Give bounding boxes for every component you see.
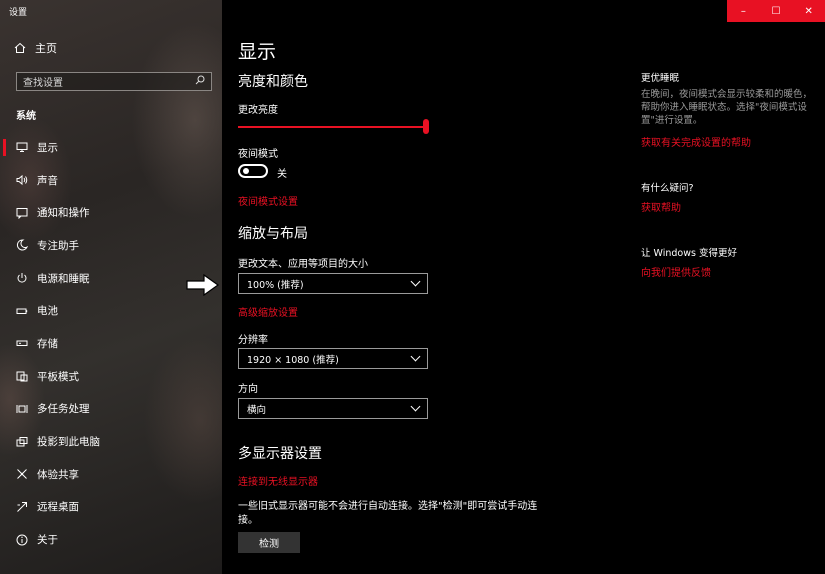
sidebar-nav: 显示 声音 通知和操作 专注助手 电源和睡眠 电池 存储 平板模式 多任务处理 …: [0, 131, 222, 556]
sidebar-item-label: 多任务处理: [37, 403, 90, 416]
brightness-label: 更改亮度: [238, 105, 278, 116]
notification-icon: [16, 207, 28, 219]
search-placeholder: 查找设置: [23, 78, 63, 89]
chevron-down-icon: [410, 401, 421, 412]
orientation-dropdown[interactable]: 横向: [238, 398, 428, 419]
sidebar-item-label: 电源和睡眠: [37, 272, 90, 285]
storage-icon: [16, 337, 28, 349]
sidebar-item-display[interactable]: 显示: [0, 131, 222, 164]
orientation-value: 横向: [247, 404, 267, 416]
sidebar-item-label: 关于: [37, 534, 58, 547]
sidebar-item-project[interactable]: 投影到此电脑: [0, 425, 222, 458]
search-icon[interactable]: [195, 75, 205, 88]
sidebar-item-remote-desktop[interactable]: 远程桌面: [0, 491, 222, 524]
setup-help-link[interactable]: 获取有关完成设置的帮助: [641, 134, 751, 149]
night-mode-toggle[interactable]: [238, 164, 268, 178]
speaker-icon: [16, 174, 28, 186]
resolution-label: 分辨率: [238, 335, 268, 346]
advanced-scaling-link[interactable]: 高级缩放设置: [238, 304, 298, 319]
sidebar-item-label: 专注助手: [37, 239, 79, 252]
resolution-dropdown[interactable]: 1920 × 1080 (推荐): [238, 348, 428, 369]
scale-value: 100% (推荐): [247, 279, 304, 291]
sidebar-item-label: 存储: [37, 337, 58, 350]
sidebar-item-label: 远程桌面: [37, 501, 79, 514]
question-heading: 有什么疑问?: [641, 183, 694, 194]
improve-windows-heading: 让 Windows 变得更好: [641, 248, 737, 259]
resolution-value: 1920 × 1080 (推荐): [247, 354, 339, 366]
size-label: 更改文本、应用等项目的大小: [238, 259, 368, 270]
battery-icon: [16, 305, 28, 317]
home-nav-item[interactable]: 主页: [14, 40, 57, 56]
sidebar-item-label: 通知和操作: [37, 207, 90, 220]
search-input[interactable]: 查找设置: [16, 72, 212, 91]
sidebar-item-label: 平板模式: [37, 370, 79, 383]
info-icon: [16, 534, 28, 546]
tablet-icon: [16, 370, 28, 382]
share-icon: [16, 468, 28, 480]
sleep-text: 在晚间，夜间模式会显示较柔和的暖色，帮助你进入睡眠状态。选择"夜间模式设置"进行…: [641, 89, 813, 126]
sleep-heading: 更优睡眠: [641, 73, 680, 84]
wireless-display-link[interactable]: 连接到无线显示器: [238, 473, 318, 488]
main-content: – ☐ ✕ 显示 亮度和颜色 更改亮度 夜间模式 关 夜间模式设置 缩放与布局 …: [186, 0, 825, 574]
page-title: 显示: [238, 41, 277, 63]
multi-display-heading: 多显示器设置: [238, 446, 322, 462]
window-title: 设置: [9, 8, 28, 18]
remote-icon: [16, 501, 28, 513]
night-mode-label: 夜间模式: [238, 149, 278, 160]
sidebar-item-label: 声音: [37, 174, 58, 187]
feedback-link[interactable]: 向我们提供反馈: [641, 264, 711, 279]
night-mode-settings-link[interactable]: 夜间模式设置: [238, 193, 298, 208]
maximize-button[interactable]: ☐: [760, 0, 793, 22]
sidebar-item-about[interactable]: 关于: [0, 523, 222, 556]
brightness-slider-track[interactable]: [238, 126, 424, 128]
home-label: 主页: [35, 42, 57, 55]
brightness-heading: 亮度和颜色: [238, 74, 308, 90]
sidebar-item-label: 投影到此电脑: [37, 436, 100, 449]
power-icon: [16, 272, 28, 284]
close-button[interactable]: ✕: [792, 0, 825, 22]
window-controls: – ☐ ✕: [727, 0, 825, 22]
multitask-icon: [16, 403, 28, 415]
scale-heading: 缩放与布局: [238, 226, 308, 242]
sidebar-item-tablet[interactable]: 平板模式: [0, 360, 222, 393]
sidebar-item-storage[interactable]: 存储: [0, 327, 222, 360]
brightness-slider-thumb[interactable]: [423, 119, 429, 134]
sidebar-item-label: 显示: [37, 141, 58, 154]
night-mode-state: 关: [277, 169, 287, 180]
chevron-down-icon: [410, 276, 421, 287]
pointer-arrow-icon: [186, 273, 220, 300]
scale-dropdown[interactable]: 100% (推荐): [238, 273, 428, 294]
sidebar-item-label: 体验共享: [37, 468, 79, 481]
chevron-down-icon: [410, 351, 421, 362]
get-help-link[interactable]: 获取帮助: [641, 199, 681, 214]
sidebar-item-notifications[interactable]: 通知和操作: [0, 196, 222, 229]
moon-icon: [16, 239, 28, 251]
sidebar-item-multitasking[interactable]: 多任务处理: [0, 393, 222, 426]
section-label: 系统: [16, 111, 36, 122]
home-icon: [14, 42, 26, 54]
sidebar-item-shared-experiences[interactable]: 体验共享: [0, 458, 222, 491]
sidebar-item-focus-assist[interactable]: 专注助手: [0, 229, 222, 262]
minimize-button[interactable]: –: [727, 0, 760, 22]
orientation-label: 方向: [238, 384, 258, 395]
project-icon: [16, 436, 28, 448]
detect-button[interactable]: 检测: [238, 532, 300, 553]
multi-display-description: 一些旧式显示器可能不会进行自动连接。选择"检测"即可尝试手动连接。: [238, 501, 538, 526]
sidebar-item-sound[interactable]: 声音: [0, 164, 222, 197]
monitor-icon: [16, 141, 28, 153]
sidebar-item-label: 电池: [37, 305, 58, 318]
